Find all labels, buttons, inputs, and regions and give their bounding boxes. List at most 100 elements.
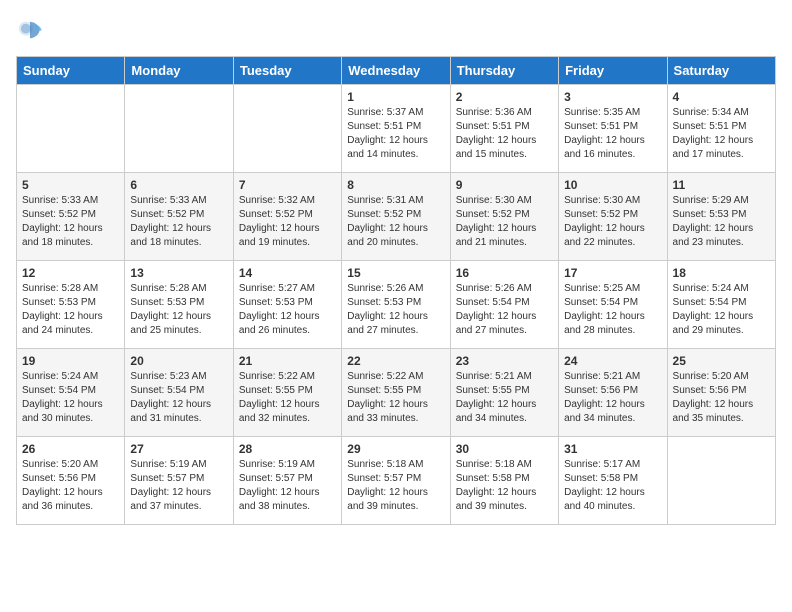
calendar-cell: 11Sunrise: 5:29 AM Sunset: 5:53 PM Dayli…: [667, 173, 775, 261]
calendar-cell: [233, 85, 341, 173]
calendar-cell: 19 Sunrise: 5:24 AM Sunset: 5:54 PM Dayli…: [17, 349, 125, 437]
calendar-cell: [125, 85, 233, 173]
day-number: 29: [347, 442, 444, 456]
weekday-header: Wednesday: [342, 57, 450, 85]
day-info: Sunrise: 5:18 AM Sunset: 5:58 PM Dayligh…: [456, 458, 553, 514]
weekday-header: Monday: [125, 57, 233, 85]
day-info: Sunrise: 5:21 AM Sunset: 5:56 PM Dayligh…: [564, 370, 661, 426]
calendar-cell: 15Sunrise: 5:26 AM Sunset: 5:53 PM Dayli…: [342, 261, 450, 349]
calendar-cell: 6 Sunrise: 5:33 AM Sunset: 5:52 PM Daylig…: [125, 173, 233, 261]
calendar-cell: 21 Sunrise: 5:22 AM Sunset: 5:55 PM Dayli…: [233, 349, 341, 437]
calendar-cell: 17 Sunrise: 5:25 AM Sunset: 5:54 PM Dayli…: [559, 261, 667, 349]
day-number: 28: [239, 442, 336, 456]
day-info: Sunrise: 5:34 AM Sunset: 5:51 PM Dayligh…: [673, 106, 770, 162]
day-info: Sunrise: 5:26 AM Sunset: 5:53 PM Dayligh…: [347, 282, 444, 338]
logo: [16, 16, 48, 44]
day-number: 5: [22, 178, 119, 192]
weekday-header-row: SundayMondayTuesdayWednesdayThursdayFrid…: [17, 57, 776, 85]
calendar-cell: 25 Sunrise: 5:20 AM Sunset: 5:56 PM Dayli…: [667, 349, 775, 437]
calendar-cell: 10Sunrise: 5:30 AM Sunset: 5:52 PM Dayli…: [559, 173, 667, 261]
day-number: 20: [130, 354, 227, 368]
calendar-cell: 16 Sunrise: 5:26 AM Sunset: 5:54 PM Dayli…: [450, 261, 558, 349]
day-info: Sunrise: 5:26 AM Sunset: 5:54 PM Dayligh…: [456, 282, 553, 338]
calendar-cell: 18 Sunrise: 5:24 AM Sunset: 5:54 PM Dayli…: [667, 261, 775, 349]
calendar-cell: 4 Sunrise: 5:34 AM Sunset: 5:51 PM Daylig…: [667, 85, 775, 173]
day-info: Sunrise: 5:24 AM Sunset: 5:54 PM Dayligh…: [673, 282, 770, 338]
calendar-cell: 22 Sunrise: 5:22 AM Sunset: 5:55 PM Dayli…: [342, 349, 450, 437]
calendar-cell: [17, 85, 125, 173]
weekday-header: Tuesday: [233, 57, 341, 85]
day-info: Sunrise: 5:22 AM Sunset: 5:55 PM Dayligh…: [239, 370, 336, 426]
day-info: Sunrise: 5:20 AM Sunset: 5:56 PM Dayligh…: [22, 458, 119, 514]
day-number: 19: [22, 354, 119, 368]
calendar-cell: 7 Sunrise: 5:32 AM Sunset: 5:52 PM Daylig…: [233, 173, 341, 261]
weekday-header: Thursday: [450, 57, 558, 85]
day-info: Sunrise: 5:31 AM Sunset: 5:52 PM Dayligh…: [347, 194, 444, 250]
day-info: Sunrise: 5:33 AM Sunset: 5:52 PM Dayligh…: [130, 194, 227, 250]
day-info: Sunrise: 5:21 AM Sunset: 5:55 PM Dayligh…: [456, 370, 553, 426]
day-info: Sunrise: 5:32 AM Sunset: 5:52 PM Dayligh…: [239, 194, 336, 250]
calendar-cell: 26 Sunrise: 5:20 AM Sunset: 5:56 PM Dayli…: [17, 437, 125, 525]
day-number: 31: [564, 442, 661, 456]
day-number: 17: [564, 266, 661, 280]
day-number: 14: [239, 266, 336, 280]
calendar-cell: 12 Sunrise: 5:28 AM Sunset: 5:53 PM Dayli…: [17, 261, 125, 349]
day-info: Sunrise: 5:24 AM Sunset: 5:54 PM Dayligh…: [22, 370, 119, 426]
day-number: 4: [673, 90, 770, 104]
day-number: 9: [456, 178, 553, 192]
weekday-header: Sunday: [17, 57, 125, 85]
day-info: Sunrise: 5:27 AM Sunset: 5:53 PM Dayligh…: [239, 282, 336, 338]
weekday-header: Saturday: [667, 57, 775, 85]
calendar-table: SundayMondayTuesdayWednesdayThursdayFrid…: [16, 56, 776, 525]
day-info: Sunrise: 5:28 AM Sunset: 5:53 PM Dayligh…: [22, 282, 119, 338]
day-info: Sunrise: 5:28 AM Sunset: 5:53 PM Dayligh…: [130, 282, 227, 338]
calendar-cell: 20 Sunrise: 5:23 AM Sunset: 5:54 PM Dayli…: [125, 349, 233, 437]
day-number: 7: [239, 178, 336, 192]
page-header: [16, 16, 776, 44]
day-number: 1: [347, 90, 444, 104]
day-number: 26: [22, 442, 119, 456]
calendar-cell: 5 Sunrise: 5:33 AM Sunset: 5:52 PM Daylig…: [17, 173, 125, 261]
calendar-cell: 9Sunrise: 5:30 AM Sunset: 5:52 PM Daylig…: [450, 173, 558, 261]
day-number: 30: [456, 442, 553, 456]
day-number: 3: [564, 90, 661, 104]
day-number: 22: [347, 354, 444, 368]
weekday-header: Friday: [559, 57, 667, 85]
day-info: Sunrise: 5:20 AM Sunset: 5:56 PM Dayligh…: [673, 370, 770, 426]
calendar-cell: 8 Sunrise: 5:31 AM Sunset: 5:52 PM Daylig…: [342, 173, 450, 261]
calendar-cell: 3 Sunrise: 5:35 AM Sunset: 5:51 PM Daylig…: [559, 85, 667, 173]
day-number: 21: [239, 354, 336, 368]
day-info: Sunrise: 5:19 AM Sunset: 5:57 PM Dayligh…: [239, 458, 336, 514]
calendar-cell: [667, 437, 775, 525]
calendar-cell: 31 Sunrise: 5:17 AM Sunset: 5:58 PM Dayli…: [559, 437, 667, 525]
day-info: Sunrise: 5:25 AM Sunset: 5:54 PM Dayligh…: [564, 282, 661, 338]
day-number: 12: [22, 266, 119, 280]
day-number: 13: [130, 266, 227, 280]
calendar-cell: 29 Sunrise: 5:18 AM Sunset: 5:57 PM Dayli…: [342, 437, 450, 525]
day-info: Sunrise: 5:35 AM Sunset: 5:51 PM Dayligh…: [564, 106, 661, 162]
day-info: Sunrise: 5:33 AM Sunset: 5:52 PM Dayligh…: [22, 194, 119, 250]
calendar-week-row: 5 Sunrise: 5:33 AM Sunset: 5:52 PM Daylig…: [17, 173, 776, 261]
day-info: Sunrise: 5:17 AM Sunset: 5:58 PM Dayligh…: [564, 458, 661, 514]
day-number: 16: [456, 266, 553, 280]
day-info: Sunrise: 5:22 AM Sunset: 5:55 PM Dayligh…: [347, 370, 444, 426]
day-number: 23: [456, 354, 553, 368]
day-number: 24: [564, 354, 661, 368]
day-info: Sunrise: 5:36 AM Sunset: 5:51 PM Dayligh…: [456, 106, 553, 162]
day-number: 2: [456, 90, 553, 104]
day-info: Sunrise: 5:30 AM Sunset: 5:52 PM Dayligh…: [564, 194, 661, 250]
calendar-week-row: 19 Sunrise: 5:24 AM Sunset: 5:54 PM Dayli…: [17, 349, 776, 437]
calendar-week-row: 26 Sunrise: 5:20 AM Sunset: 5:56 PM Dayli…: [17, 437, 776, 525]
day-info: Sunrise: 5:29 AM Sunset: 5:53 PM Dayligh…: [673, 194, 770, 250]
calendar-cell: 14 Sunrise: 5:27 AM Sunset: 5:53 PM Dayli…: [233, 261, 341, 349]
calendar-cell: 28 Sunrise: 5:19 AM Sunset: 5:57 PM Dayli…: [233, 437, 341, 525]
day-info: Sunrise: 5:37 AM Sunset: 5:51 PM Dayligh…: [347, 106, 444, 162]
day-number: 6: [130, 178, 227, 192]
day-info: Sunrise: 5:23 AM Sunset: 5:54 PM Dayligh…: [130, 370, 227, 426]
calendar-cell: 2 Sunrise: 5:36 AM Sunset: 5:51 PM Daylig…: [450, 85, 558, 173]
day-number: 25: [673, 354, 770, 368]
day-info: Sunrise: 5:18 AM Sunset: 5:57 PM Dayligh…: [347, 458, 444, 514]
day-number: 8: [347, 178, 444, 192]
day-number: 18: [673, 266, 770, 280]
calendar-cell: 27Sunrise: 5:19 AM Sunset: 5:57 PM Dayli…: [125, 437, 233, 525]
